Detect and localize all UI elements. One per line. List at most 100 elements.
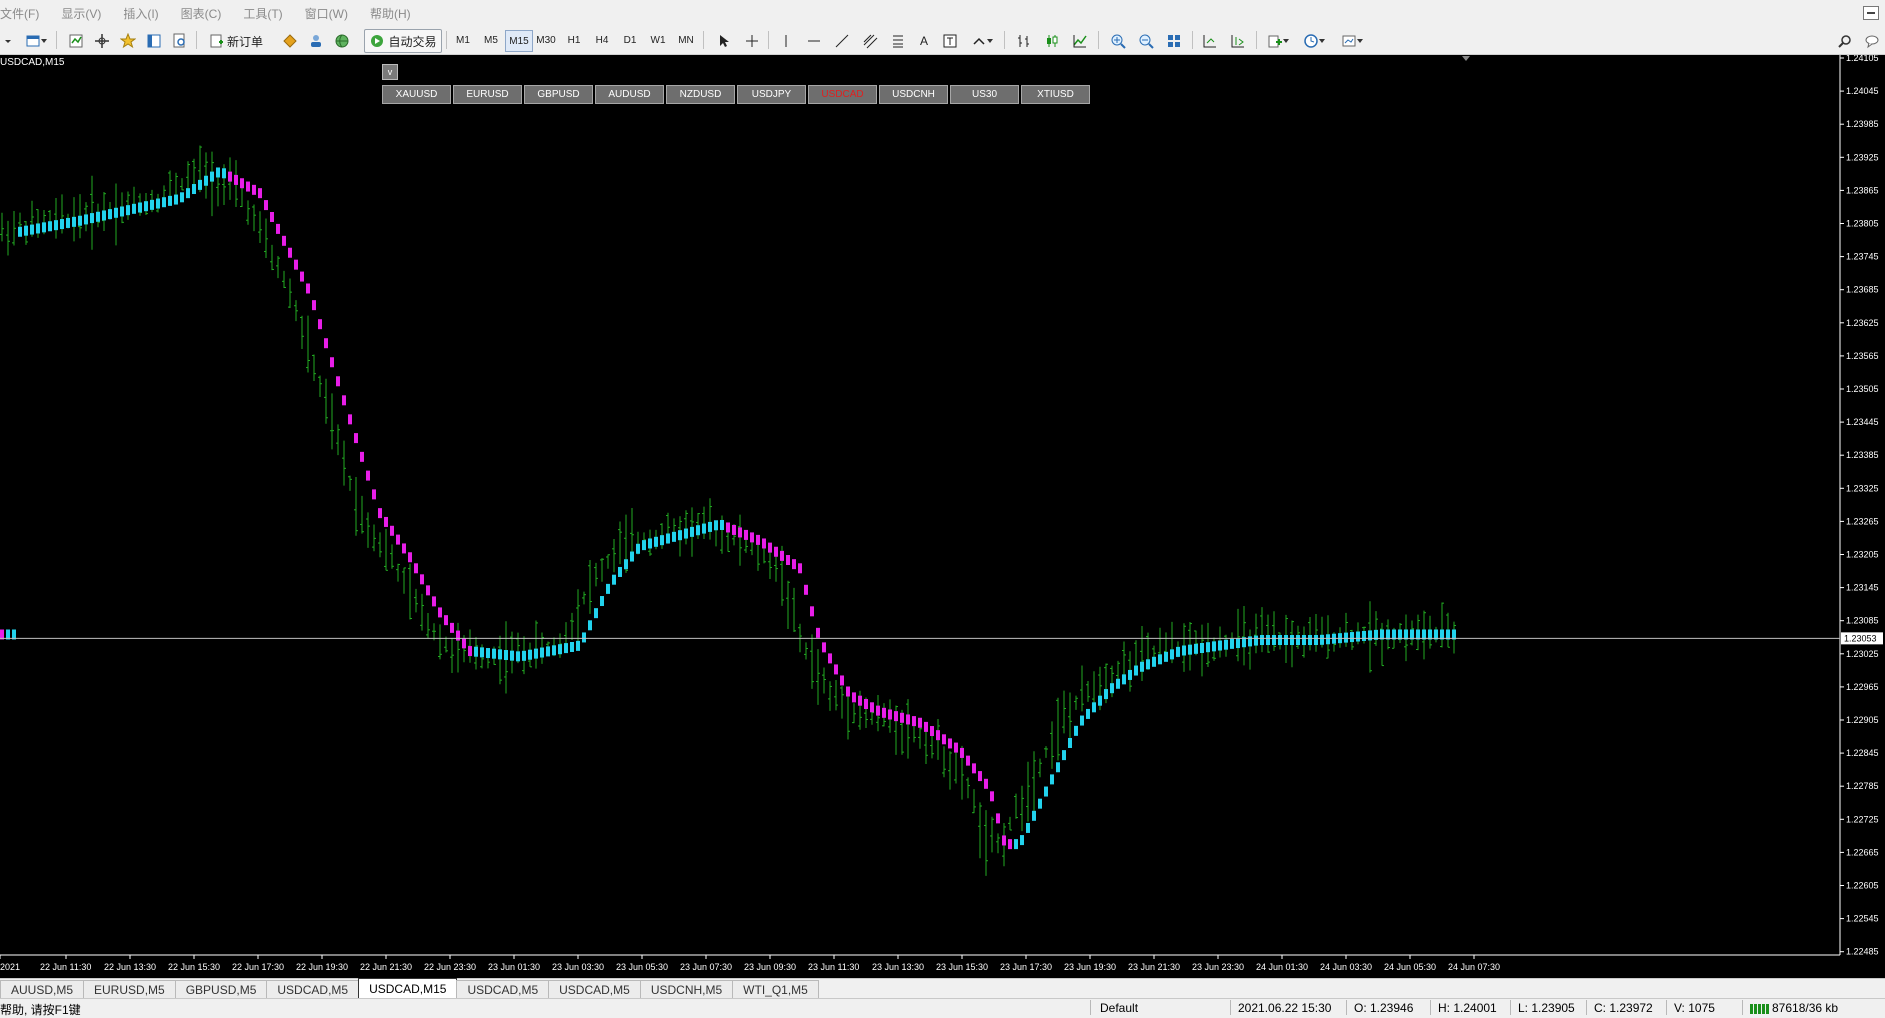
symbol-button-audusd[interactable]: AUDUSD xyxy=(595,85,664,104)
chart-tab[interactable]: GBPUSD,M5 xyxy=(174,980,268,999)
indicator-block xyxy=(294,259,298,270)
symbol-button-xtiusd[interactable]: XTIUSD xyxy=(1021,85,1090,104)
chart-tab[interactable]: USDCAD,M5 xyxy=(548,980,641,999)
vertical-line-button[interactable] xyxy=(774,29,798,53)
auto-trading-button[interactable]: 自动交易 xyxy=(364,29,442,53)
symbol-button-usdcnh[interactable]: USDCNH xyxy=(879,85,948,104)
price-label: 1.23445 xyxy=(1846,417,1879,427)
text-label-button[interactable] xyxy=(938,29,962,53)
indicator-block xyxy=(888,709,892,720)
price-label: 1.23085 xyxy=(1846,616,1879,626)
periods-button[interactable] xyxy=(1298,29,1330,53)
symbol-panel-toggle[interactable]: v xyxy=(382,64,398,80)
menu-view[interactable]: 显示(V) xyxy=(61,5,113,22)
timeframe-m5[interactable]: M5 xyxy=(478,30,504,50)
time-label: 24 Jun 05:30 xyxy=(1384,962,1436,972)
profiles-button[interactable] xyxy=(20,29,52,53)
timeframe-m30[interactable]: M30 xyxy=(533,30,559,50)
bar-chart-button[interactable] xyxy=(1012,29,1036,53)
zoom-out-button[interactable] xyxy=(1134,29,1158,53)
symbol-button-xauusd[interactable]: XAUUSD xyxy=(382,85,451,104)
indicator-block xyxy=(282,235,286,246)
minimize-icon[interactable] xyxy=(1863,6,1879,20)
market-watch-button[interactable] xyxy=(64,29,88,53)
chart-tab[interactable]: USDCAD,M15 xyxy=(358,978,458,999)
indicators-button[interactable] xyxy=(1262,29,1294,53)
timeframe-m15[interactable]: M15 xyxy=(505,30,533,52)
menu-charts[interactable]: 图表(C) xyxy=(181,5,234,22)
indicator-block xyxy=(750,532,754,543)
timeframe-m1[interactable]: M1 xyxy=(450,30,476,50)
chart-shift-icon xyxy=(1203,35,1216,48)
templates-button[interactable] xyxy=(1336,29,1368,53)
line-chart-button[interactable] xyxy=(1068,29,1092,53)
tile-windows-button[interactable] xyxy=(1162,29,1186,53)
menu-insert[interactable]: 插入(I) xyxy=(123,5,170,22)
menu-help[interactable]: 帮助(H) xyxy=(370,5,423,22)
timeframe-mn[interactable]: MN xyxy=(673,30,699,50)
indicator-block xyxy=(582,632,586,643)
chart-tab[interactable]: EURUSD,M5 xyxy=(83,980,176,999)
fibonacci-button[interactable] xyxy=(886,29,910,53)
indicator-block xyxy=(792,559,796,570)
trendline-button[interactable] xyxy=(830,29,854,53)
chart-tab[interactable]: USDCAD,M5 xyxy=(266,980,360,999)
symbol-button-gbpusd[interactable]: GBPUSD xyxy=(524,85,593,104)
indicator-block xyxy=(48,221,52,232)
price-label: 1.22605 xyxy=(1846,881,1879,891)
indicator-block xyxy=(780,550,784,561)
symbol-button-usdcad[interactable]: USDCAD xyxy=(808,85,877,104)
history-button[interactable] xyxy=(304,29,328,53)
price-chart[interactable]: 1.24105 1.24045 1.23985 1.23925 1.23865 1.238… xyxy=(0,55,1885,978)
autoscroll-button[interactable] xyxy=(1226,29,1250,53)
indicator-block xyxy=(360,451,364,462)
chart-tab[interactable]: USDCAD,M5 xyxy=(456,980,550,999)
chart-tab[interactable]: AUUSD,M5 xyxy=(0,980,85,999)
symbol-button-eurusd[interactable]: EURUSD xyxy=(453,85,522,104)
cursor-button[interactable] xyxy=(712,29,736,53)
indicator-block xyxy=(1170,649,1174,660)
zoom-in-button[interactable] xyxy=(1106,29,1130,53)
strategy-tester-button[interactable] xyxy=(168,29,192,53)
timeframe-h4[interactable]: H4 xyxy=(589,30,615,50)
indicator-block xyxy=(708,521,712,532)
candlestick-button[interactable] xyxy=(1040,29,1064,53)
indicator-block xyxy=(1014,839,1018,850)
menu-file[interactable]: 文件(F) xyxy=(0,5,51,22)
chat-button[interactable] xyxy=(1860,29,1884,53)
timeframe-w1[interactable]: W1 xyxy=(645,30,671,50)
chart-tab[interactable]: USDCNH,M5 xyxy=(639,980,734,999)
timeframe-h1[interactable]: H1 xyxy=(561,30,587,50)
indicator-block xyxy=(72,216,76,227)
indicator-block xyxy=(624,559,628,570)
indicator-block xyxy=(132,203,136,214)
search-button[interactable] xyxy=(1834,29,1856,53)
menu-window[interactable]: 窗口(W) xyxy=(305,5,360,22)
status-high: H: 1.24001 xyxy=(1438,1001,1497,1015)
chart-shift-button[interactable] xyxy=(1198,29,1222,53)
timeframe-d1[interactable]: D1 xyxy=(617,30,643,50)
indicator-block xyxy=(450,622,454,633)
metaeditor-button[interactable] xyxy=(278,29,302,53)
globe-icon xyxy=(335,34,349,48)
menu-tools[interactable]: 工具(T) xyxy=(243,5,294,22)
indicator-block xyxy=(984,778,988,789)
crosshair-button[interactable] xyxy=(740,29,764,53)
indicator-block xyxy=(1056,762,1060,773)
dropdown-arrow-icon[interactable] xyxy=(0,29,16,53)
horizontal-line-button[interactable] xyxy=(802,29,826,53)
channel-button[interactable] xyxy=(858,29,882,53)
new-order-button[interactable]: 新订单 xyxy=(204,29,268,53)
terminal-button[interactable] xyxy=(142,29,166,53)
text-button[interactable]: A xyxy=(912,29,936,53)
symbol-button-us30[interactable]: US30 xyxy=(950,85,1019,104)
arrows-button[interactable] xyxy=(966,29,998,53)
chart-tab[interactable]: WTI_Q1,M5 xyxy=(732,980,819,999)
price-label: 1.23565 xyxy=(1846,351,1879,361)
symbol-button-usdjpy[interactable]: USDJPY xyxy=(737,85,806,104)
symbol-button-nzdusd[interactable]: NZDUSD xyxy=(666,85,735,104)
navigator-button[interactable] xyxy=(90,29,114,53)
favorites-button[interactable] xyxy=(116,29,140,53)
price-label: 1.23685 xyxy=(1846,285,1879,295)
signals-button[interactable] xyxy=(330,29,354,53)
